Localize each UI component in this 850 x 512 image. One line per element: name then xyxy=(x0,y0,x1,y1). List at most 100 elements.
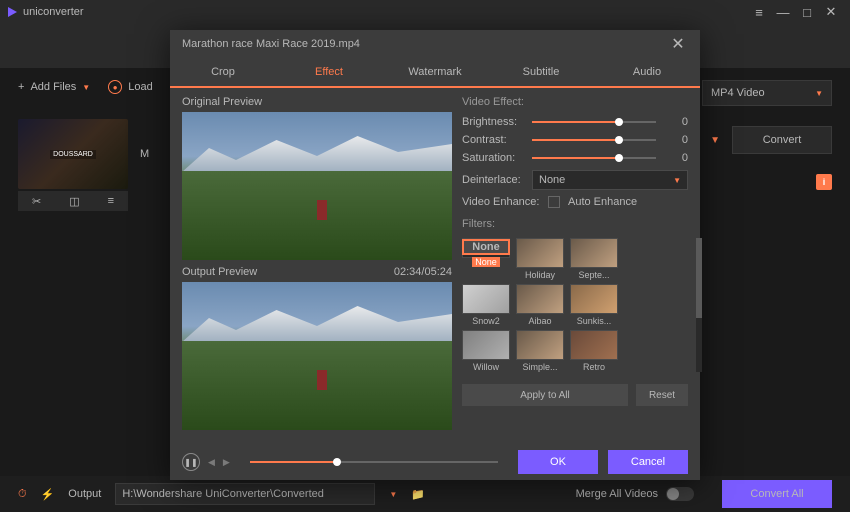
play-pause-icon[interactable]: ❚❚ xyxy=(182,453,200,471)
output-path-field[interactable]: H:\Wondershare UniConverter\Converted xyxy=(115,483,375,505)
format-select[interactable]: MP4 Video ▼ xyxy=(702,80,832,106)
filters-title: Filters: xyxy=(462,218,688,230)
gpu-icon[interactable]: ⚡ xyxy=(41,488,55,501)
cancel-button[interactable]: Cancel xyxy=(608,450,688,474)
convert-all-button[interactable]: Convert All xyxy=(722,480,832,508)
effect-icon[interactable]: ≡ xyxy=(108,195,114,207)
saturation-value: 0 xyxy=(664,152,688,164)
brightness-slider[interactable] xyxy=(532,121,656,123)
load-dvd-button[interactable]: ● Load xyxy=(108,80,152,94)
filter-thumb xyxy=(570,330,618,360)
filter-retro[interactable]: Retro xyxy=(570,330,618,372)
saturation-row: Saturation: 0 xyxy=(462,152,688,164)
brightness-value: 0 xyxy=(664,116,688,128)
deinterlace-row: Deinterlace: None ▼ xyxy=(462,170,688,190)
add-files-button[interactable]: + Add Files ▼ xyxy=(18,81,90,93)
filter-label: Retro xyxy=(583,362,605,372)
chevron-down-icon: ▼ xyxy=(673,176,681,185)
deinterlace-select[interactable]: None ▼ xyxy=(532,170,688,190)
filter-holiday[interactable]: Holiday xyxy=(516,238,564,280)
filter-simple[interactable]: Simple... xyxy=(516,330,564,372)
bottom-bar: ⏱ ⚡ Output H:\Wondershare UniConverter\C… xyxy=(0,476,850,512)
apply-all-button[interactable]: Apply to All xyxy=(462,384,628,406)
filter-thumb xyxy=(570,284,618,314)
disc-icon: ● xyxy=(108,80,122,94)
filter-label: Sunkis... xyxy=(577,316,612,326)
filter-aibao[interactable]: Aibao xyxy=(516,284,564,326)
filter-label: Simple... xyxy=(522,362,557,372)
enhance-row: Video Enhance: Auto Enhance xyxy=(462,196,688,208)
output-label: Output xyxy=(68,488,101,500)
output-path: H:\Wondershare UniConverter\Converted xyxy=(122,488,324,500)
close-icon[interactable]: ✕ xyxy=(820,2,842,22)
deinterlace-selected: None xyxy=(539,174,565,186)
filter-label: None xyxy=(472,257,500,267)
dialog-tabs: Crop Effect Watermark Subtitle Audio xyxy=(170,58,700,88)
tab-watermark[interactable]: Watermark xyxy=(382,58,488,86)
tab-subtitle[interactable]: Subtitle xyxy=(488,58,594,86)
crop-icon[interactable]: ◫ xyxy=(69,195,79,208)
saturation-slider[interactable] xyxy=(532,157,656,159)
filter-thumb xyxy=(516,238,564,268)
clock-icon[interactable]: ⏱ xyxy=(18,488,27,501)
ok-button[interactable]: OK xyxy=(518,450,598,474)
filter-thumb xyxy=(462,330,510,360)
format-selected: MP4 Video xyxy=(711,87,765,99)
dialog-title: Marathon race Maxi Race 2019.mp4 xyxy=(182,38,360,50)
next-frame-icon[interactable]: ▶ xyxy=(223,457,230,468)
plus-icon: + xyxy=(18,81,24,93)
dialog-close-icon[interactable]: ✕ xyxy=(668,34,688,54)
contrast-row: Contrast: 0 xyxy=(462,134,688,146)
dialog-footer: ❚❚ ◀ ▶ OK Cancel xyxy=(170,444,700,480)
filter-scrollbar[interactable] xyxy=(696,238,702,372)
effect-controls: Video Effect: Brightness: 0 Contrast: 0 … xyxy=(462,96,688,436)
video-thumbnail[interactable]: ✂ ◫ ≡ xyxy=(18,119,128,189)
thumb-tools: ✂ ◫ ≡ xyxy=(18,191,128,211)
window-controls: ≡ — □ ✕ xyxy=(748,2,842,22)
filter-september[interactable]: Septe... xyxy=(570,238,618,280)
deinterlace-label: Deinterlace: xyxy=(462,174,524,186)
app-logo: uniconverter xyxy=(8,6,84,18)
tab-effect[interactable]: Effect xyxy=(276,58,382,88)
dialog-titlebar: Marathon race Maxi Race 2019.mp4 ✕ xyxy=(170,30,700,58)
filter-thumb xyxy=(516,284,564,314)
scrubber[interactable] xyxy=(250,461,498,463)
contrast-label: Contrast: xyxy=(462,134,524,146)
filter-none[interactable]: NoneNone xyxy=(462,238,510,258)
filter-label: Snow2 xyxy=(472,316,500,326)
contrast-slider[interactable] xyxy=(532,139,656,141)
tab-crop[interactable]: Crop xyxy=(170,58,276,86)
filter-sunkissed[interactable]: Sunkis... xyxy=(570,284,618,326)
tab-audio[interactable]: Audio xyxy=(594,58,700,86)
filter-willow[interactable]: Willow xyxy=(462,330,510,372)
load-dvd-label: Load xyxy=(128,81,152,93)
chevron-down-icon: ▼ xyxy=(815,89,823,98)
filter-label: Septe... xyxy=(578,270,609,280)
filter-grid: NoneNone Holiday Septe... Snow2 Aibao Su… xyxy=(462,238,688,372)
video-effect-title: Video Effect: xyxy=(462,96,688,108)
add-files-label: Add Files xyxy=(30,81,76,93)
auto-enhance-label: Auto Enhance xyxy=(568,196,637,208)
prev-frame-icon[interactable]: ◀ xyxy=(208,457,215,468)
filter-snow2[interactable]: Snow2 xyxy=(462,284,510,326)
output-preview-label: Output Preview xyxy=(182,266,257,278)
trim-icon[interactable]: ✂ xyxy=(32,195,41,208)
folder-icon[interactable]: 📁 xyxy=(411,488,425,501)
auto-enhance-checkbox[interactable] xyxy=(548,196,560,208)
preview-column: Original Preview Output Preview02:34/05:… xyxy=(182,96,452,436)
minimize-icon[interactable]: — xyxy=(772,2,794,22)
merge-toggle[interactable] xyxy=(666,487,694,501)
maximize-icon[interactable]: □ xyxy=(796,2,818,22)
filter-thumb xyxy=(462,284,510,314)
filter-thumb: None xyxy=(462,239,510,255)
contrast-value: 0 xyxy=(664,134,688,146)
brightness-row: Brightness: 0 xyxy=(462,116,688,128)
chevron-down-icon[interactable]: ▼ xyxy=(389,490,397,499)
filter-thumb xyxy=(516,330,564,360)
filter-label: Willow xyxy=(473,362,499,372)
titlebar: uniconverter ≡ — □ ✕ xyxy=(0,0,850,24)
saturation-label: Saturation: xyxy=(462,152,524,164)
preview-time: 02:34/05:24 xyxy=(394,266,452,278)
settings-icon[interactable]: ≡ xyxy=(748,2,770,22)
reset-button[interactable]: Reset xyxy=(636,384,688,406)
